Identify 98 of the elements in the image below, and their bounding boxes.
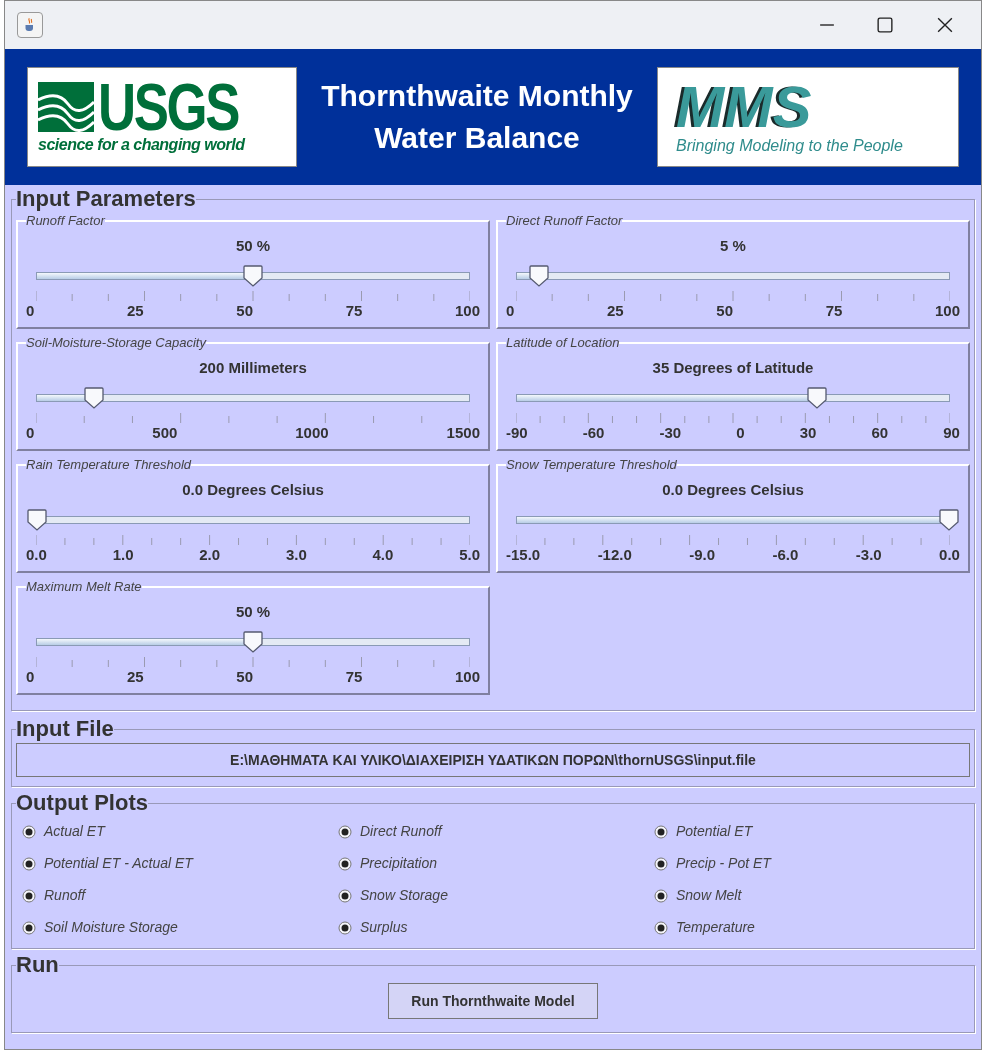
tick-label: 50 — [236, 301, 253, 321]
tick-label: 60 — [871, 423, 889, 443]
radio-button[interactable] — [654, 856, 668, 871]
slider-label: Runoff Factor — [26, 212, 105, 230]
radio-button[interactable] — [338, 888, 352, 903]
slider-label: Latitude of Location — [506, 334, 620, 352]
radio-label: Precipitation — [360, 854, 438, 873]
tick-label: -30 — [659, 423, 682, 443]
slider-label: Maximum Melt Rate — [26, 578, 142, 596]
radio-label: Surplus — [360, 918, 408, 937]
slider-thumb[interactable] — [528, 265, 549, 287]
slider-label: Direct Runoff Factor — [506, 212, 623, 230]
tick-label: -3.0 — [855, 545, 882, 565]
tick-label: 100 — [934, 301, 960, 321]
tick-label: 500 — [152, 423, 178, 443]
slider-value: 200 Millimeters — [199, 357, 307, 378]
radio-button[interactable] — [654, 920, 668, 935]
file-path-field[interactable]: E:\ΜΑΘΗΜΑΤΑ ΚΑΙ ΥΛΙΚΟ\ΔΙΑΧΕΙΡΙΣΗ ΥΔΑΤΙΚΩΝ ΠΟΡΩΝ\thornUSGS\input.file — [16, 743, 970, 777]
slider-value: 0.0 Degrees Celsius — [182, 479, 324, 500]
run-button[interactable]: Run Thornthwaite Model — [388, 983, 598, 1019]
tick-label: 50 — [716, 301, 733, 321]
radio-button[interactable] — [22, 824, 36, 839]
logo-tagline: science for a changing world — [38, 135, 247, 155]
tick-label: 75 — [345, 667, 363, 687]
tick-label: 25 — [127, 301, 144, 321]
radio-label: Direct Runoff — [360, 822, 442, 841]
radio-label: Precip - Pot ET — [676, 854, 771, 873]
radio-label: Potential ET — [676, 822, 753, 841]
tick-label: 5.0 — [459, 545, 480, 565]
tick-label: 100 — [454, 301, 480, 321]
section-title: Output Plots — [16, 791, 148, 815]
tick-label: 1000 — [295, 423, 329, 443]
section-title: Input Parameters — [16, 187, 196, 211]
tick-label: -6.0 — [772, 545, 799, 565]
slider-thumb[interactable] — [243, 631, 263, 653]
slider-label: Rain Temperature Threshold — [26, 456, 191, 474]
tick-label: 0 — [26, 423, 35, 443]
banner-title: Thornthwaite Monthly Water Balance — [320, 78, 634, 156]
close-icon[interactable] — [937, 17, 953, 33]
tick-label: 1500 — [446, 423, 480, 443]
slider-value: 35 Degrees of Latitude — [652, 357, 814, 378]
tick-label: 75 — [345, 301, 363, 321]
radio-button[interactable] — [22, 888, 36, 903]
tick-label: 0 — [26, 667, 35, 687]
slider-thumb[interactable] — [939, 509, 959, 531]
tick-label: 30 — [799, 423, 817, 443]
tick-label: 0.0 — [26, 545, 47, 565]
radio-button[interactable] — [22, 920, 36, 935]
tick-label: -60 — [582, 423, 605, 443]
slider-thumb[interactable] — [243, 265, 263, 287]
tick-label: 0 — [506, 301, 515, 321]
radio-button[interactable] — [338, 920, 352, 935]
tick-label: 90 — [943, 423, 960, 443]
tick-label: 25 — [607, 301, 624, 321]
slider-value: 0.0 Degrees Celsius — [662, 479, 804, 500]
section-title: Input File — [16, 717, 114, 741]
slider-value: 50 % — [235, 235, 271, 256]
radio-label: Snow Storage — [360, 886, 448, 905]
tick-label: 0 — [736, 423, 745, 443]
radio-label: Runoff — [44, 886, 86, 905]
section-title: Run — [16, 953, 59, 977]
java-cup-icon — [17, 12, 43, 38]
logo-text: MMS — [676, 78, 813, 136]
tick-label: 0.0 — [939, 545, 960, 565]
wave-icon — [38, 81, 94, 133]
tick-label: 100 — [454, 667, 480, 687]
tick-label: 1.0 — [112, 545, 134, 565]
tick-label: 25 — [127, 667, 144, 687]
slider-thumb[interactable] — [27, 509, 47, 531]
slider-value: 50 % — [235, 601, 271, 622]
maximize-icon[interactable] — [877, 17, 893, 33]
logo-text: USGS — [98, 79, 239, 135]
tick-label: 4.0 — [372, 545, 394, 565]
logo-tagline: Bringing Modeling to the People — [676, 136, 904, 156]
radio-label: Temperature — [676, 918, 755, 937]
radio-button[interactable] — [338, 856, 352, 871]
slider-label: Snow Temperature Threshold — [506, 456, 677, 474]
radio-label: Actual ET — [44, 822, 105, 841]
radio-button[interactable] — [22, 856, 36, 871]
tick-label: -15.0 — [506, 545, 541, 565]
tick-label: 3.0 — [285, 545, 307, 565]
slider-value: 5 % — [720, 235, 746, 256]
radio-button[interactable] — [654, 824, 668, 839]
tick-label: -12.0 — [597, 545, 632, 565]
radio-label: Snow Melt — [676, 886, 742, 905]
tick-label: 75 — [825, 301, 843, 321]
radio-label: Potential ET - Actual ET — [44, 854, 193, 873]
radio-button[interactable] — [654, 888, 668, 903]
tick-label: -90 — [506, 423, 528, 443]
tick-label: 2.0 — [199, 545, 221, 565]
slider-thumb[interactable] — [806, 387, 827, 409]
radio-label: Soil Moisture Storage — [44, 918, 178, 937]
radio-button[interactable] — [338, 824, 352, 839]
tick-label: -9.0 — [689, 545, 716, 565]
slider-thumb[interactable] — [84, 387, 105, 409]
slider-label: Soil-Moisture-Storage Capacity — [26, 334, 206, 352]
tick-label: 0 — [26, 301, 35, 321]
tick-label: 50 — [236, 667, 253, 687]
